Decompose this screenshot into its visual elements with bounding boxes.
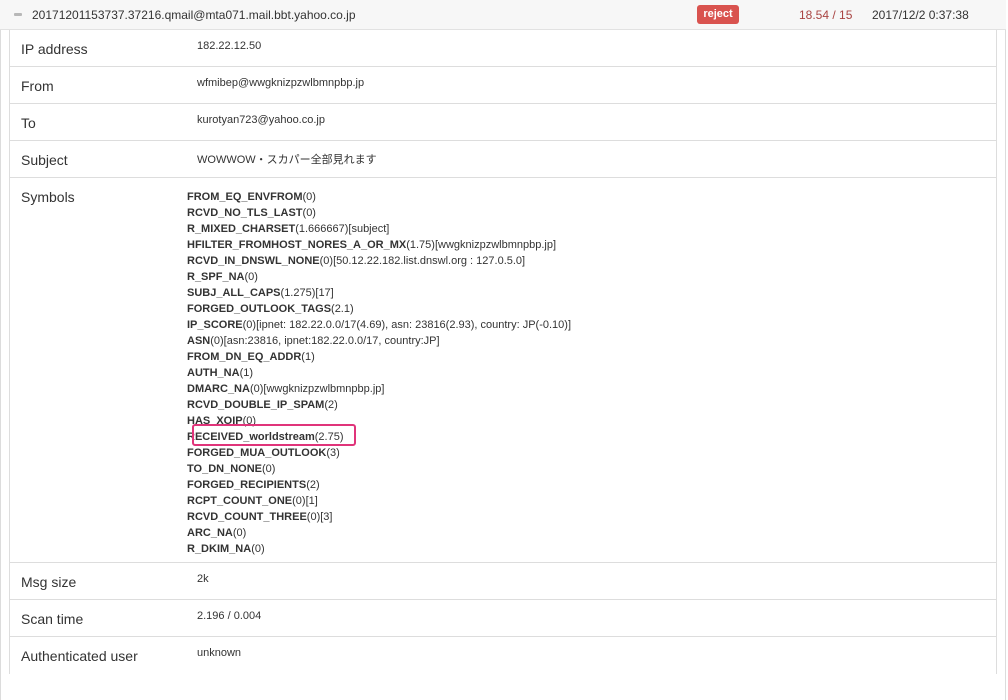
symbol-name: R_MIXED_CHARSET — [187, 223, 296, 235]
symbol-name: RCVD_NO_TLS_LAST — [187, 207, 303, 219]
symbol-detail: (0) — [232, 527, 247, 539]
symbol-name: FROM_DN_EQ_ADDR — [187, 351, 302, 363]
symbol-item: DMARC_NA(0)[wwgknizpzwlbmnpbp.jp] — [187, 381, 571, 397]
symbol-detail: (0)[1] — [292, 495, 318, 507]
detail-value: wfmibep@wwgknizpzwlbmnpbp.jp — [197, 77, 365, 89]
detail-value: 182.22.12.50 — [197, 40, 262, 52]
detail-label: Scan time — [21, 611, 84, 627]
symbol-detail: (1.666667)[subject] — [295, 223, 390, 235]
symbol-item: R_SPF_NA(0) — [187, 269, 571, 285]
symbol-detail: (0)[asn:23816, ipnet:182.22.0.0/17, coun… — [210, 335, 440, 347]
detail-label: Authenticated user — [21, 648, 138, 664]
symbol-name: FORGED_MUA_OUTLOOK — [187, 447, 327, 459]
symbol-name: FROM_EQ_ENVFROM — [187, 191, 303, 203]
score-value: 18.54 / 15 — [799, 8, 853, 22]
symbol-item: AUTH_NA(1) — [187, 365, 571, 381]
symbol-detail: (1) — [239, 367, 254, 379]
symbol-name: ASN — [187, 335, 211, 347]
symbol-detail: (2.1) — [331, 303, 354, 315]
symbol-item: IP_SCORE(0)[ipnet: 182.22.0.0/17(4.69), … — [187, 317, 571, 333]
collapse-icon[interactable] — [14, 13, 22, 16]
action-badge: reject — [697, 5, 739, 24]
symbol-name: RCVD_IN_DNSWL_NONE — [187, 255, 320, 267]
symbol-item: RCVD_COUNT_THREE(0)[3] — [187, 509, 571, 525]
symbol-item: FORGED_MUA_OUTLOOK(3) — [187, 445, 571, 461]
detail-value: 2.196 / 0.004 — [197, 610, 262, 622]
symbol-item: RCVD_IN_DNSWL_NONE(0)[50.12.22.182.list.… — [187, 253, 571, 269]
symbol-detail: (0) — [261, 463, 276, 475]
symbol-name: RCVD_DOUBLE_IP_SPAM — [187, 399, 325, 411]
symbol-detail: (1.275)[17] — [280, 287, 334, 299]
symbol-item: ARC_NA(0) — [187, 525, 571, 541]
detail-label: Subject — [21, 152, 68, 168]
symbol-item: FORGED_RECIPIENTS(2) — [187, 477, 571, 493]
symbol-detail: (0) — [244, 271, 258, 283]
symbol-item: TO_DN_NONE(0) — [187, 461, 571, 477]
detail-value: unknown — [197, 647, 242, 659]
symbol-detail: (0)[50.12.22.182.list.dnswl.org : 127.0.… — [319, 255, 526, 267]
symbol-detail: (0)[3] — [306, 511, 333, 523]
message-summary-row[interactable]: 20171201153737.37216.qmail@mta071.mail.b… — [0, 0, 1006, 30]
symbol-item: RCVD_DOUBLE_IP_SPAM(2) — [187, 397, 571, 413]
highlight-annotation-box — [192, 424, 356, 446]
symbol-item: R_DKIM_NA(0) — [187, 541, 571, 557]
symbol-item: FROM_DN_EQ_ADDR(1) — [187, 349, 571, 365]
detail-label: To — [21, 115, 36, 131]
symbol-detail: (0) — [251, 543, 265, 555]
symbol-detail: (1) — [301, 351, 315, 363]
detail-row-scan-time: Scan time 2.196 / 0.004 — [10, 600, 996, 637]
symbol-item: R_MIXED_CHARSET(1.666667)[subject] — [187, 221, 571, 237]
symbol-detail: (0)[wwgknizpzwlbmnpbp.jp] — [249, 383, 385, 395]
symbol-name: SUBJ_ALL_CAPS — [187, 287, 281, 299]
symbol-detail: (0) — [302, 207, 316, 219]
symbol-detail: (2) — [324, 399, 338, 411]
detail-label: Msg size — [21, 574, 77, 590]
symbol-name: AUTH_NA — [187, 367, 240, 379]
symbol-detail: (3) — [326, 447, 340, 459]
symbol-item: SUBJ_ALL_CAPS(1.275)[17] — [187, 285, 571, 301]
message-time: 2017/12/2 0:37:38 — [872, 8, 969, 22]
symbol-item: ASN(0)[asn:23816, ipnet:182.22.0.0/17, c… — [187, 333, 571, 349]
detail-label: Symbols — [21, 189, 75, 205]
symbol-name: FORGED_RECIPIENTS — [187, 479, 307, 491]
symbol-item: FROM_EQ_ENVFROM(0) — [187, 189, 571, 205]
message-id: 20171201153737.37216.qmail@mta071.mail.b… — [32, 8, 356, 22]
detail-label: From — [21, 78, 54, 94]
symbol-name: FORGED_OUTLOOK_TAGS — [187, 303, 332, 315]
symbol-detail: (0)[ipnet: 182.22.0.0/17(4.69), asn: 238… — [242, 319, 571, 331]
symbol-name: RCPT_COUNT_ONE — [187, 495, 293, 507]
detail-row-from: From wfmibep@wwgknizpzwlbmnpbp.jp — [10, 67, 996, 104]
symbol-item: RCPT_COUNT_ONE(0)[1] — [187, 493, 571, 509]
symbol-name: DMARC_NA — [187, 383, 250, 395]
symbol-detail: (2) — [306, 479, 320, 491]
symbol-name: TO_DN_NONE — [187, 463, 262, 475]
detail-row-msg-size: Msg size 2k — [10, 563, 996, 600]
symbol-detail: (1.75)[wwgknizpzwlbmnpbp.jp] — [406, 239, 557, 251]
detail-row-auth-user: Authenticated user unknown — [10, 637, 996, 674]
symbol-item: HFILTER_FROMHOST_NORES_A_OR_MX(1.75)[wwg… — [187, 237, 571, 253]
detail-value: kurotyan723@yahoo.co.jp — [197, 114, 325, 126]
detail-label: IP address — [21, 41, 88, 57]
detail-value: 2k — [197, 573, 209, 585]
detail-row-ip: IP address 182.22.12.50 — [10, 30, 996, 67]
symbols-list: FROM_EQ_ENVFROM(0) RCVD_NO_TLS_LAST(0) R… — [187, 189, 571, 557]
detail-value: WOWWOW・スカパー全部見れます — [197, 154, 377, 166]
symbol-item: RCVD_NO_TLS_LAST(0) — [187, 205, 571, 221]
symbol-name: R_SPF_NA — [187, 271, 245, 283]
symbol-name: HFILTER_FROMHOST_NORES_A_OR_MX — [187, 239, 407, 251]
symbol-name: IP_SCORE — [187, 319, 243, 331]
symbol-name: R_DKIM_NA — [187, 543, 252, 555]
symbol-item: FORGED_OUTLOOK_TAGS(2.1) — [187, 301, 571, 317]
symbol-name: ARC_NA — [187, 527, 233, 539]
symbol-name: RCVD_COUNT_THREE — [187, 511, 307, 523]
detail-row-to: To kurotyan723@yahoo.co.jp — [10, 104, 996, 141]
symbol-detail: (0) — [302, 191, 316, 203]
detail-row-subject: Subject WOWWOW・スカパー全部見れます — [10, 141, 996, 178]
